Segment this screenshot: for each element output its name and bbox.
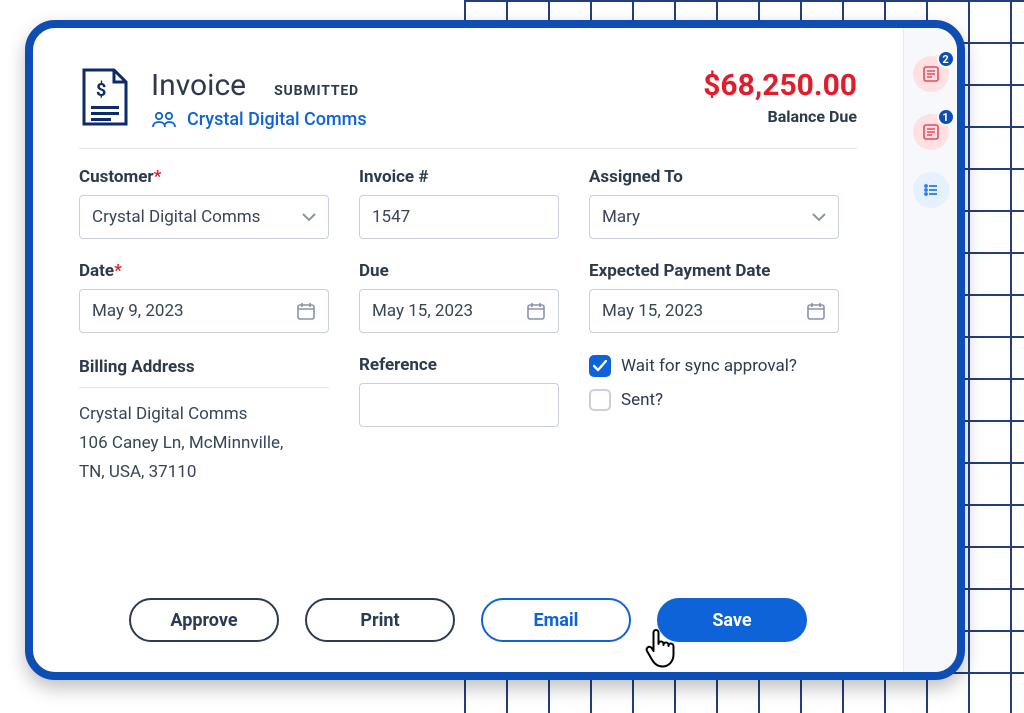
- calendar-icon: [526, 301, 546, 321]
- invoice-no-label: Invoice #: [359, 167, 559, 187]
- rail-chip-notes-badge: 2: [937, 50, 955, 68]
- billing-address: Crystal Digital Comms 106 Caney Ln, McMi…: [79, 400, 329, 487]
- due-input[interactable]: May 15, 2023: [359, 289, 559, 333]
- calendar-icon: [806, 301, 826, 321]
- chevron-down-icon: [812, 212, 826, 222]
- reference-input[interactable]: [359, 383, 559, 427]
- checkbox-checked-icon: [589, 355, 611, 377]
- invoice-no-value: 1547: [372, 207, 410, 227]
- wait-sync-label: Wait for sync approval?: [621, 356, 797, 376]
- customer-value: Crystal Digital Comms: [92, 207, 260, 227]
- checkbox-empty-icon: [589, 389, 611, 411]
- customer-label: Customer: [79, 167, 329, 187]
- invoice-window: $ Invoice SUBMITTED: [25, 20, 965, 680]
- svg-text:$: $: [96, 80, 106, 101]
- invoice-no-input[interactable]: 1547: [359, 195, 559, 239]
- billing-address-label: Billing Address: [79, 357, 329, 377]
- people-icon: [151, 111, 177, 129]
- divider: [79, 148, 857, 149]
- assigned-to-label: Assigned To: [589, 167, 839, 187]
- rail-chip-alerts[interactable]: 1: [913, 114, 949, 150]
- rail-chip-notes[interactable]: 2: [913, 56, 949, 92]
- assigned-to-value: Mary: [602, 207, 640, 227]
- due-label: Due: [359, 261, 559, 281]
- sent-checkbox[interactable]: Sent?: [589, 389, 839, 411]
- print-button[interactable]: Print: [305, 598, 455, 642]
- customer-link-text: Crystal Digital Comms: [187, 109, 367, 130]
- invoice-doc-icon: $: [79, 68, 133, 132]
- rail-chip-alerts-badge: 1: [937, 108, 955, 126]
- action-bar: Approve Print Email Save: [79, 582, 857, 642]
- expected-label: Expected Payment Date: [589, 261, 839, 281]
- page-title: Invoice: [151, 68, 246, 103]
- approve-button[interactable]: Approve: [129, 598, 279, 642]
- reference-label: Reference: [359, 355, 559, 375]
- date-label: Date: [79, 261, 329, 281]
- expected-input[interactable]: May 15, 2023: [589, 289, 839, 333]
- customer-select[interactable]: Crystal Digital Comms: [79, 195, 329, 239]
- balance-due-label: Balance Due: [703, 107, 857, 126]
- date-value: May 9, 2023: [92, 301, 184, 321]
- email-button[interactable]: Email: [481, 598, 631, 642]
- billing-line3: TN, USA, 37110: [79, 458, 329, 487]
- billing-line2: 106 Caney Ln, McMinnville,: [79, 429, 329, 458]
- divider: [79, 387, 329, 388]
- chevron-down-icon: [302, 212, 316, 222]
- billing-name: Crystal Digital Comms: [79, 400, 329, 429]
- header: $ Invoice SUBMITTED: [79, 68, 857, 132]
- cursor-pointer-icon: [642, 624, 682, 672]
- date-input[interactable]: May 9, 2023: [79, 289, 329, 333]
- due-value: May 15, 2023: [372, 301, 473, 321]
- side-rail: 2 1: [903, 28, 957, 672]
- rail-chip-list[interactable]: [913, 172, 949, 208]
- wait-sync-checkbox[interactable]: Wait for sync approval?: [589, 355, 839, 377]
- expected-value: May 15, 2023: [602, 301, 703, 321]
- status-badge: SUBMITTED: [274, 83, 359, 99]
- customer-link[interactable]: Crystal Digital Comms: [151, 109, 367, 130]
- calendar-icon: [296, 301, 316, 321]
- assigned-to-select[interactable]: Mary: [589, 195, 839, 239]
- sent-label: Sent?: [621, 390, 663, 410]
- amount-due: $68,250.00: [703, 68, 857, 103]
